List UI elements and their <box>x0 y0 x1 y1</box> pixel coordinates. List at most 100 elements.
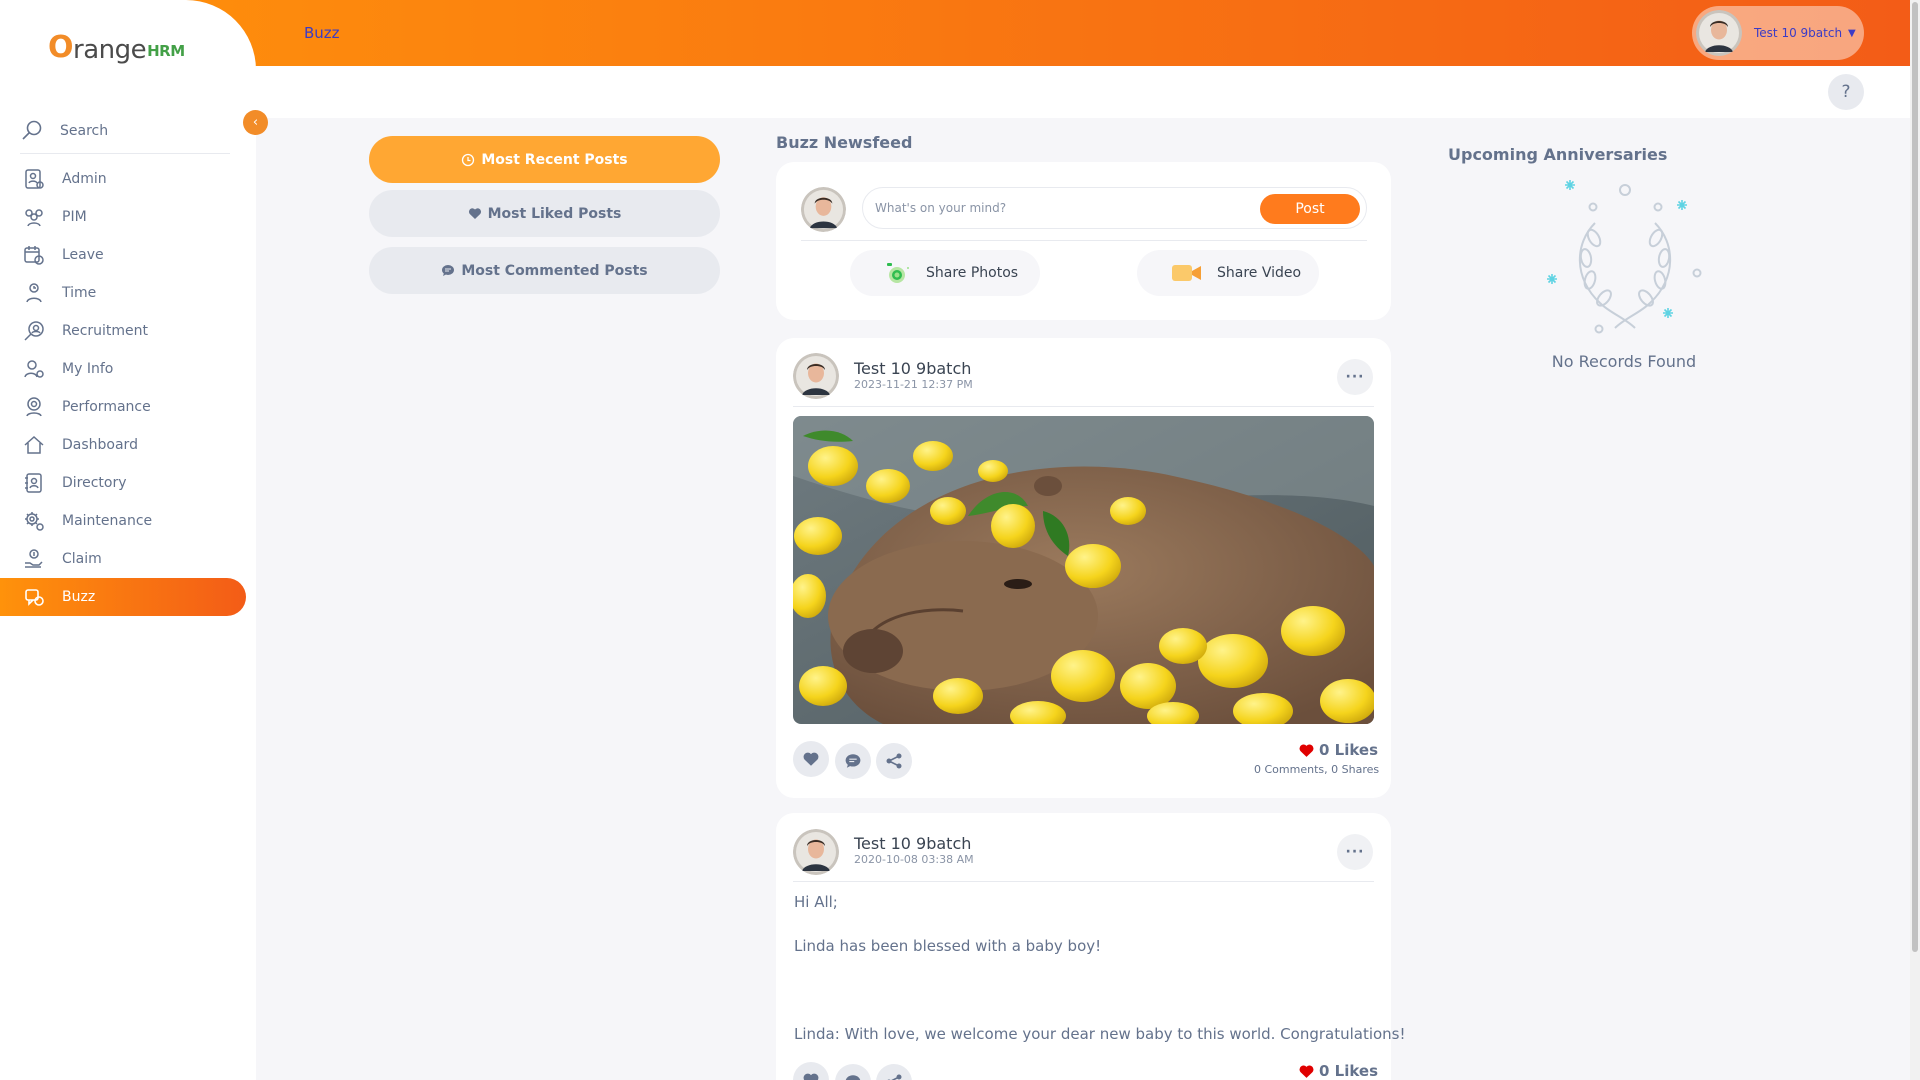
post-date: 2023-11-21 12:37 PM <box>854 378 973 391</box>
more-dots-icon: ··· <box>1345 369 1365 385</box>
share-photos-label: Share Photos <box>926 265 1019 281</box>
divider <box>793 406 1374 407</box>
caret-down-icon: ▼ <box>1848 27 1856 39</box>
heart-filled-icon <box>1298 1064 1315 1079</box>
search-label: Search <box>60 122 109 139</box>
top-bar <box>0 0 1910 66</box>
sidebar-item-pim[interactable]: PIM <box>0 198 256 236</box>
sidebar-item-directory[interactable]: Directory <box>0 464 256 502</box>
likes-count: 0 Likes <box>1298 1062 1378 1080</box>
page-scrollbar[interactable] <box>1910 0 1920 1080</box>
photo-icon <box>884 260 912 286</box>
sidebar-item-my-info[interactable]: My Info <box>0 350 256 388</box>
divider <box>801 240 1367 241</box>
sidebar-item-label: Dashboard <box>62 437 138 453</box>
sidebar-item-leave[interactable]: Leave <box>0 236 256 274</box>
sidebar-item-label: Maintenance <box>62 513 153 529</box>
logo-text: range <box>73 35 147 65</box>
user-name: Test 10 9batch <box>1754 26 1843 40</box>
filter-label: Most Commented Posts <box>461 262 648 279</box>
sidebar: Orange HRM Search Admin PIM Leave Time Re… <box>0 0 256 1080</box>
newsfeed-title: Buzz Newsfeed <box>776 133 913 152</box>
post-image <box>793 416 1374 724</box>
post-button[interactable]: Post <box>1260 194 1360 224</box>
sidebar-item-label: Recruitment <box>62 323 149 339</box>
like-button[interactable] <box>793 741 829 777</box>
sidebar-item-label: Time <box>62 285 97 301</box>
sidebar-search[interactable]: Search <box>20 110 230 154</box>
most-liked-posts-button[interactable]: Most Liked Posts <box>369 190 720 237</box>
post-author: Test 10 9batch <box>854 834 972 853</box>
share-video-button[interactable]: Share Video <box>1137 250 1319 296</box>
orangehrm-logo[interactable]: Orange HRM <box>48 30 185 65</box>
directory-icon <box>22 471 46 495</box>
share-icon <box>885 752 903 770</box>
post-options-button[interactable]: ··· <box>1337 359 1373 395</box>
sidebar-item-recruitment[interactable]: Recruitment <box>0 312 256 350</box>
heart-icon <box>802 1072 820 1080</box>
sidebar-item-claim[interactable]: Claim <box>0 540 256 578</box>
buzz-icon <box>22 585 46 609</box>
avatar <box>793 353 839 399</box>
sidebar-item-label: Directory <box>62 475 127 491</box>
sidebar-item-dashboard[interactable]: Dashboard <box>0 426 256 464</box>
chevron-left-icon: ‹ <box>252 115 259 130</box>
sidebar-collapse-button[interactable]: ‹ <box>243 110 268 135</box>
maintenance-icon <box>22 509 46 533</box>
logo-hrm: HRM <box>147 42 185 60</box>
post-text-line: Linda has been blessed with a baby boy! <box>794 937 1102 955</box>
most-commented-posts-button[interactable]: Most Commented Posts <box>369 247 720 294</box>
my-info-icon <box>22 357 46 381</box>
anniversaries-title: Upcoming Anniversaries <box>1448 145 1668 164</box>
sidebar-item-buzz[interactable]: Buzz <box>0 578 246 616</box>
heart-icon <box>468 207 482 220</box>
logo-o: O <box>48 30 74 65</box>
divider <box>793 881 1374 882</box>
sub-header <box>256 66 1910 118</box>
post-options-button[interactable]: ··· <box>1337 834 1373 870</box>
comment-icon <box>441 264 455 277</box>
sidebar-item-admin[interactable]: Admin <box>0 160 256 198</box>
post-text-line: Linda: With love, we welcome your dear n… <box>794 1025 1406 1043</box>
sidebar-item-label: Buzz <box>62 589 96 605</box>
sidebar-nav: Admin PIM Leave Time Recruitment My Info… <box>0 160 256 616</box>
scrollbar-thumb[interactable] <box>1912 2 1918 952</box>
laurel-wreath-icon <box>1540 178 1710 338</box>
recruitment-icon <box>22 319 46 343</box>
likes-count: 0 Likes <box>1298 741 1378 759</box>
time-icon <box>22 281 46 305</box>
share-photos-button[interactable]: Share Photos <box>850 250 1040 296</box>
share-button[interactable] <box>876 743 912 779</box>
filter-label: Most Recent Posts <box>481 151 628 168</box>
sidebar-item-label: Performance <box>62 399 151 415</box>
sidebar-item-label: My Info <box>62 361 114 377</box>
comment-icon <box>844 753 862 769</box>
user-dropdown[interactable]: Test 10 9batch ▼ <box>1692 6 1864 60</box>
sidebar-item-performance[interactable]: Performance <box>0 388 256 426</box>
leave-icon <box>22 243 46 267</box>
post-author: Test 10 9batch <box>854 359 972 378</box>
more-dots-icon: ··· <box>1345 844 1365 860</box>
sidebar-item-maintenance[interactable]: Maintenance <box>0 502 256 540</box>
dashboard-icon <box>22 433 46 457</box>
post-text-line: Hi All; <box>794 893 838 911</box>
sidebar-item-label: PIM <box>62 209 87 225</box>
avatar <box>801 187 846 232</box>
sidebar-item-time[interactable]: Time <box>0 274 256 312</box>
shares-count[interactable]: 0 Shares <box>1331 763 1379 776</box>
pim-icon <box>22 205 46 229</box>
help-icon: ? <box>1841 82 1851 102</box>
heart-icon <box>802 751 820 767</box>
sidebar-item-label: Admin <box>62 171 107 187</box>
help-button[interactable]: ? <box>1828 74 1864 110</box>
likes-label: 0 Likes <box>1319 1062 1379 1080</box>
avatar <box>1696 10 1742 56</box>
page-title: Buzz <box>304 24 340 42</box>
share-icon <box>885 1073 903 1080</box>
most-recent-posts-button[interactable]: Most Recent Posts <box>369 136 720 183</box>
search-icon <box>20 119 44 143</box>
comments-count[interactable]: 0 Comments <box>1254 763 1324 776</box>
post-date: 2020-10-08 03:38 AM <box>854 853 974 866</box>
video-camera-icon <box>1171 263 1203 283</box>
comment-button[interactable] <box>835 743 871 779</box>
